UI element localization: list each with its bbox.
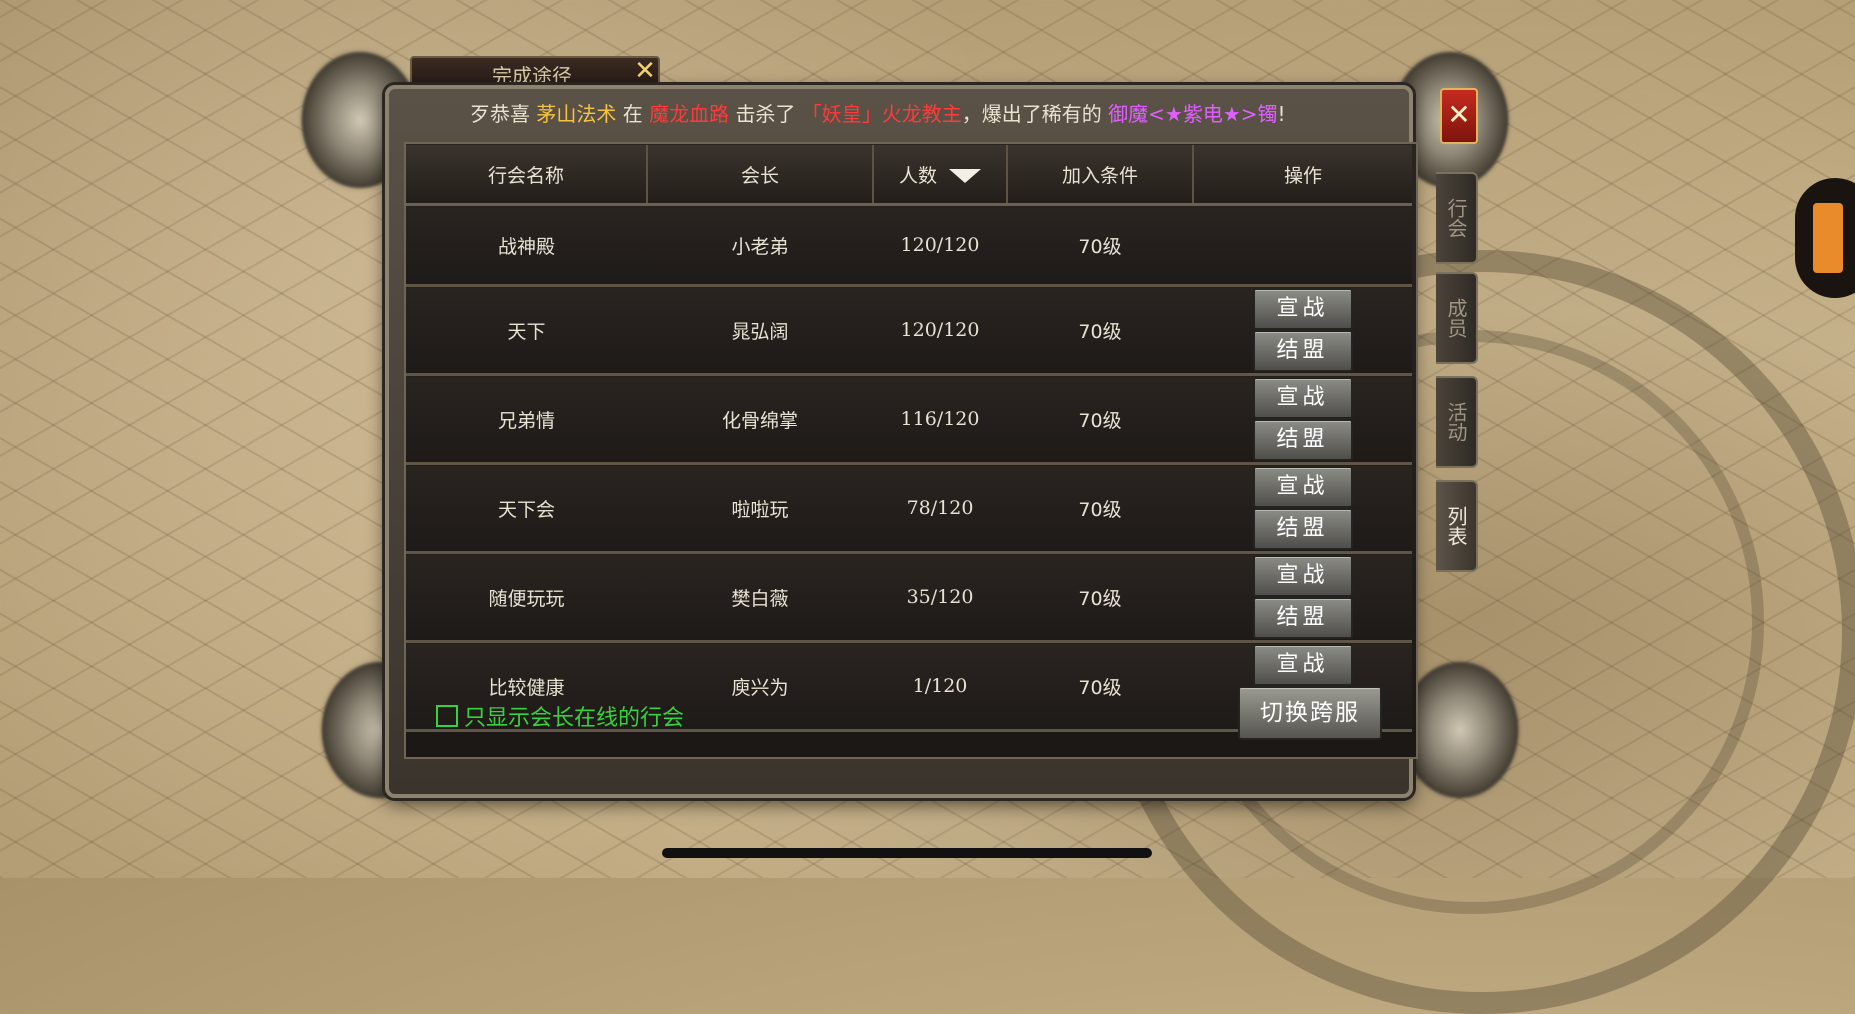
broadcast-player: 茅山法术: [536, 102, 617, 126]
member-count-cell: 120/120: [873, 285, 1007, 376]
header-member-count-label: 人数: [898, 164, 937, 187]
member-count-cell: 120/120: [873, 204, 1007, 287]
home-indicator[interactable]: [662, 848, 1152, 858]
actions-cell: 宣战结盟: [1193, 374, 1412, 465]
broadcast-suffix: !: [1277, 102, 1286, 126]
table-row[interactable]: 战神殿 小老弟 120/120 70级: [406, 204, 1412, 287]
member-count-cell: 35/120: [873, 552, 1007, 643]
requirement-cell: 70级: [1007, 204, 1193, 287]
broadcast-item: 御魔<★紫电★>镯: [1108, 102, 1278, 126]
event-icon[interactable]: [1795, 178, 1855, 298]
header-join-requirement: 加入条件: [1007, 145, 1194, 206]
declare-war-button[interactable]: 宣战: [1252, 466, 1353, 508]
requirement-cell: 70级: [1007, 552, 1193, 643]
actions-cell: 宣战结盟: [1193, 463, 1412, 554]
guild-name-cell: 兄弟情: [406, 374, 647, 465]
guild-name-cell: 随便玩玩: [406, 552, 647, 643]
leader-online-label: 只显示会长在线的行会: [464, 706, 685, 731]
panel-close-button[interactable]: ✕: [1440, 88, 1478, 144]
form-alliance-button[interactable]: 结盟: [1252, 508, 1353, 550]
table-row[interactable]: 随便玩玩 樊白薇 35/120 70级 宣战结盟: [406, 552, 1412, 643]
header-member-count[interactable]: 人数: [873, 145, 1008, 206]
sort-down-icon[interactable]: [949, 169, 981, 183]
guild-table: 行会名称 会长 人数 加入条件 操作 战神殿 小老弟 120/120 70级 天下 晁弘阔…: [406, 145, 1412, 732]
table-row[interactable]: 兄弟情 化骨绵掌 116/120 70级 宣战结盟: [406, 374, 1412, 465]
broadcast-dropped: ，爆出了稀有的: [961, 102, 1102, 126]
leader-cell: 晁弘阔: [647, 285, 873, 376]
system-broadcast: 歹恭喜 茅山法术 在 魔龙血路 击杀了 「妖皇」火龙教主，爆出了稀有的 御魔<★…: [470, 97, 1370, 131]
dragon-ornament-bottom-right: [1400, 660, 1520, 800]
leader-online-filter[interactable]: 只显示会长在线的行会: [436, 700, 684, 732]
actions-cell: 宣战结盟: [1193, 285, 1412, 376]
member-count-cell: 78/120: [873, 463, 1007, 554]
side-tab-1[interactable]: 成员: [1436, 272, 1478, 364]
broadcast-at: 在: [622, 102, 643, 126]
requirement-cell: 70级: [1007, 463, 1193, 554]
member-count-cell: 116/120: [873, 374, 1007, 465]
leader-cell: 樊白薇: [647, 552, 873, 643]
form-alliance-button[interactable]: 结盟: [1252, 419, 1353, 461]
guild-name-cell: 战神殿: [406, 204, 647, 287]
leader-cell: 化骨绵掌: [647, 374, 873, 465]
side-tab-3[interactable]: 列表: [1436, 480, 1478, 572]
table-row[interactable]: 天下会 啦啦玩 78/120 70级 宣战结盟: [406, 463, 1412, 554]
declare-war-button[interactable]: 宣战: [1252, 555, 1353, 597]
actions-cell: [1193, 204, 1412, 287]
side-tab-2[interactable]: 活动: [1436, 376, 1478, 468]
declare-war-button[interactable]: 宣战: [1252, 377, 1353, 419]
broadcast-prefix: 歹恭喜: [470, 102, 530, 126]
form-alliance-button[interactable]: 结盟: [1252, 330, 1353, 372]
requirement-cell: 70级: [1007, 285, 1193, 376]
declare-war-button[interactable]: 宣战: [1252, 288, 1353, 330]
header-actions: 操作: [1193, 145, 1412, 206]
broadcast-killed: 击杀了: [735, 102, 796, 126]
table-row[interactable]: 天下 晁弘阔 120/120 70级 宣战结盟: [406, 285, 1412, 376]
table-header-row: 行会名称 会长 人数 加入条件 操作: [406, 145, 1412, 206]
broadcast-boss: 「妖皇」火龙教主: [801, 102, 962, 126]
header-guild-name: 行会名称: [406, 145, 648, 206]
broadcast-map: 魔龙血路: [649, 102, 730, 126]
member-count-cell: 1/120: [873, 641, 1007, 732]
switch-server-button[interactable]: 切换跨服: [1238, 686, 1382, 740]
declare-war-button[interactable]: 宣战: [1252, 644, 1353, 686]
form-alliance-button[interactable]: 结盟: [1252, 597, 1353, 639]
side-tab-0[interactable]: 行会: [1436, 172, 1478, 264]
guild-name-cell: 天下会: [406, 463, 647, 554]
quest-close-icon[interactable]: ✕: [632, 58, 658, 84]
leader-cell: 小老弟: [647, 204, 873, 287]
guild-name-cell: 天下: [406, 285, 647, 376]
leader-online-checkbox[interactable]: [436, 705, 458, 727]
leader-cell: 啦啦玩: [647, 463, 873, 554]
requirement-cell: 70级: [1007, 641, 1193, 732]
requirement-cell: 70级: [1007, 374, 1193, 465]
actions-cell: 宣战结盟: [1193, 552, 1412, 643]
header-leader: 会长: [647, 145, 874, 206]
